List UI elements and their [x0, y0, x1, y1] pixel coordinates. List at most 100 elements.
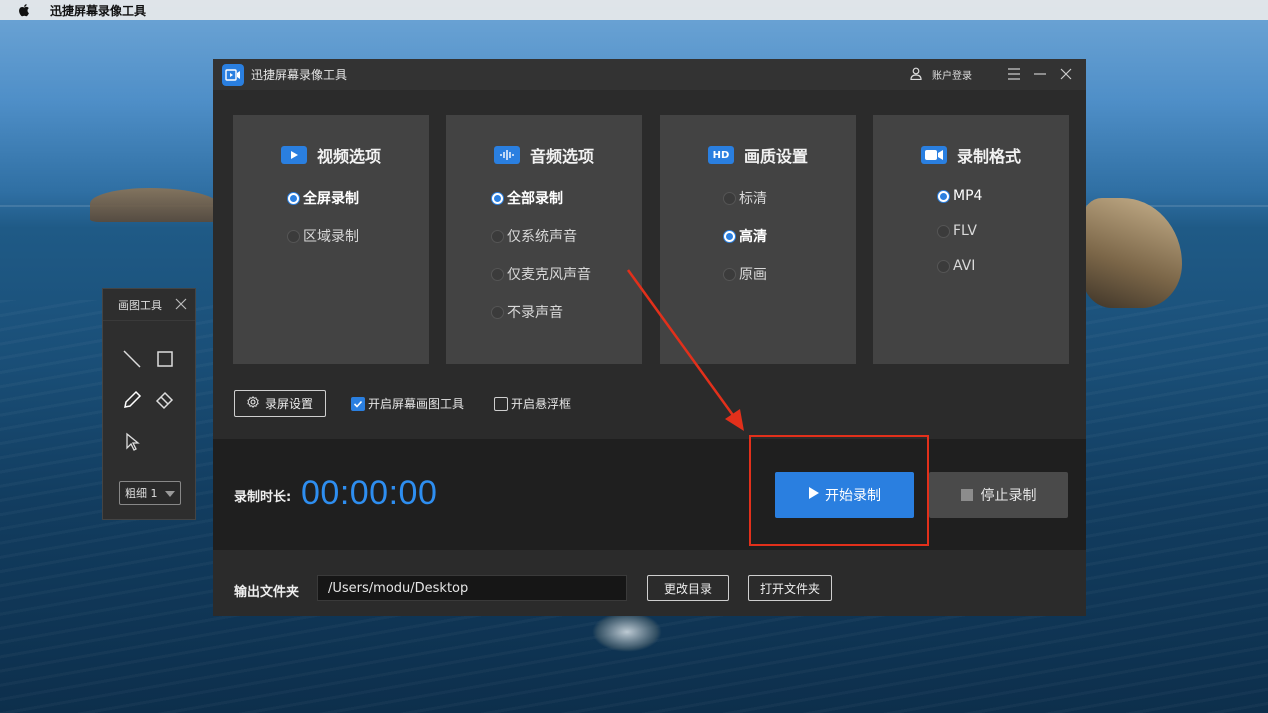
stop-recording-label: 停止录制 — [980, 488, 1037, 504]
radio-label: 高清 — [739, 229, 767, 245]
enable-drawing-checkbox[interactable]: 开启屏幕画图工具 — [351, 395, 464, 412]
checkbox-checked-icon — [351, 396, 365, 411]
quality-card-header: HD 画质设置 — [660, 143, 856, 167]
eraser-tool-icon[interactable] — [154, 389, 176, 411]
radio-fullscreen[interactable]: 全屏录制 — [287, 188, 359, 208]
radio-indicator — [937, 259, 950, 273]
radio-indicator — [723, 229, 736, 243]
chevron-down-icon — [165, 491, 175, 497]
main-window: 迅捷屏幕录像工具 账户登录 视频选项 全屏录制 区域录制 音频选项 全部录制 仅… — [213, 59, 1086, 616]
drawing-tool-close-icon[interactable] — [175, 296, 187, 314]
format-card-header: 录制格式 — [873, 143, 1069, 167]
output-path-field[interactable]: /Users/modu/Desktop — [317, 575, 627, 601]
audio-card-header: 音频选项 — [446, 143, 642, 167]
radio-indicator — [491, 267, 504, 281]
drawing-tool-panel: 画图工具 粗细 1 — [102, 288, 196, 520]
thickness-label: 粗细 1 — [125, 487, 158, 500]
audio-wave-icon — [493, 146, 520, 164]
radio-label: 全屏录制 — [303, 191, 359, 207]
wallpaper-island-left — [90, 188, 220, 222]
radio-indicator — [287, 191, 300, 205]
rectangle-tool-icon[interactable] — [154, 348, 176, 370]
radio-label: AVI — [953, 258, 976, 274]
line-tool-icon[interactable] — [121, 348, 143, 370]
enable-float-checkbox[interactable]: 开启悬浮框 — [494, 395, 571, 412]
gear-icon — [247, 396, 259, 411]
video-options-card: 视频选项 全屏录制 区域录制 — [233, 115, 429, 364]
radio-indicator — [491, 305, 504, 319]
radio-quality-original[interactable]: 原画 — [723, 264, 767, 284]
start-recording-label: 开始录制 — [825, 488, 881, 504]
duration-label: 录制时长: — [234, 490, 292, 505]
app-logo-icon — [222, 63, 244, 86]
radio-audio-all[interactable]: 全部录制 — [491, 188, 563, 208]
window-title: 迅捷屏幕录像工具 — [251, 68, 348, 82]
format-card-title: 录制格式 — [956, 147, 1021, 166]
drawing-tool-title: 画图工具 — [118, 298, 162, 312]
enable-float-label: 开启悬浮框 — [511, 397, 572, 411]
camera-icon — [920, 146, 947, 164]
video-play-icon — [280, 146, 307, 164]
output-area: 输出文件夹 /Users/modu/Desktop 更改目录 打开文件夹 — [213, 550, 1086, 616]
radio-format-mp4[interactable]: MP4 — [937, 188, 982, 204]
stop-icon — [960, 489, 973, 501]
radio-label: 区域录制 — [303, 229, 359, 245]
drawing-tool-header: 画图工具 — [103, 289, 195, 321]
hd-icon: HD — [707, 146, 734, 164]
audio-card-title: 音频选项 — [529, 147, 594, 166]
recording-area: 录制时长: 00:00:00 开始录制 停止录制 — [213, 435, 1086, 550]
radio-audio-system[interactable]: 仅系统声音 — [491, 226, 577, 246]
checkbox-icon — [494, 396, 508, 411]
login-link[interactable]: 账户登录 — [932, 67, 972, 82]
radio-indicator — [937, 224, 950, 238]
quality-settings-card: HD 画质设置 标清 高清 原画 — [660, 115, 856, 364]
user-icon[interactable] — [910, 65, 922, 84]
minimize-icon[interactable] — [1032, 66, 1048, 84]
recording-timer: 00:00:00 — [301, 474, 438, 512]
radio-label: 标清 — [739, 191, 767, 207]
video-card-title: 视频选项 — [316, 147, 381, 166]
apple-menu-icon[interactable] — [18, 3, 32, 17]
radio-label: 不录声音 — [507, 305, 563, 321]
radio-indicator — [491, 229, 504, 243]
play-icon — [808, 487, 819, 503]
radio-quality-hd[interactable]: 高清 — [723, 226, 767, 246]
output-folder-label: 输出文件夹 — [234, 585, 300, 600]
record-format-card: 录制格式 MP4 FLV AVI — [873, 115, 1069, 364]
record-settings-button[interactable]: 录屏设置 — [234, 390, 326, 417]
close-icon[interactable] — [1058, 66, 1074, 84]
radio-indicator — [287, 229, 300, 243]
radio-region[interactable]: 区域录制 — [287, 226, 359, 246]
change-directory-button[interactable]: 更改目录 — [647, 575, 729, 601]
quality-card-title: 画质设置 — [743, 147, 808, 166]
stop-recording-button[interactable]: 停止录制 — [929, 472, 1068, 518]
radio-indicator — [491, 191, 504, 205]
window-titlebar: 迅捷屏幕录像工具 账户登录 — [213, 59, 1086, 90]
audio-options-card: 音频选项 全部录制 仅系统声音 仅麦克风声音 不录声音 — [446, 115, 642, 364]
radio-label: 仅麦克风声音 — [507, 267, 591, 283]
menu-icon[interactable] — [1006, 66, 1022, 84]
radio-quality-sd[interactable]: 标清 — [723, 188, 767, 208]
radio-audio-mic[interactable]: 仅麦克风声音 — [491, 264, 591, 284]
radio-indicator — [723, 267, 736, 281]
radio-label: 原画 — [739, 267, 767, 283]
radio-format-flv[interactable]: FLV — [937, 223, 977, 239]
radio-audio-none[interactable]: 不录声音 — [491, 302, 563, 322]
pencil-tool-icon[interactable] — [121, 389, 143, 411]
record-settings-label: 录屏设置 — [264, 397, 313, 411]
options-area: 视频选项 全屏录制 区域录制 音频选项 全部录制 仅系统声音 仅麦克风声音 不录… — [213, 90, 1086, 439]
start-recording-button[interactable]: 开始录制 — [775, 472, 914, 518]
titlebar-controls: 账户登录 — [910, 59, 1074, 90]
radio-format-avi[interactable]: AVI — [937, 258, 975, 274]
radio-label: 仅系统声音 — [507, 229, 577, 245]
radio-label: MP4 — [953, 188, 983, 204]
radio-indicator — [723, 191, 736, 205]
mac-menubar: 迅捷屏幕录像工具 — [0, 0, 1268, 20]
radio-indicator — [937, 189, 950, 203]
pointer-tool-icon[interactable] — [121, 431, 143, 453]
wallpaper-island-right — [1082, 198, 1182, 308]
menubar-app-name[interactable]: 迅捷屏幕录像工具 — [50, 2, 146, 19]
open-folder-button[interactable]: 打开文件夹 — [748, 575, 832, 601]
thickness-select[interactable]: 粗细 1 — [119, 481, 181, 505]
radio-label: FLV — [953, 223, 977, 239]
